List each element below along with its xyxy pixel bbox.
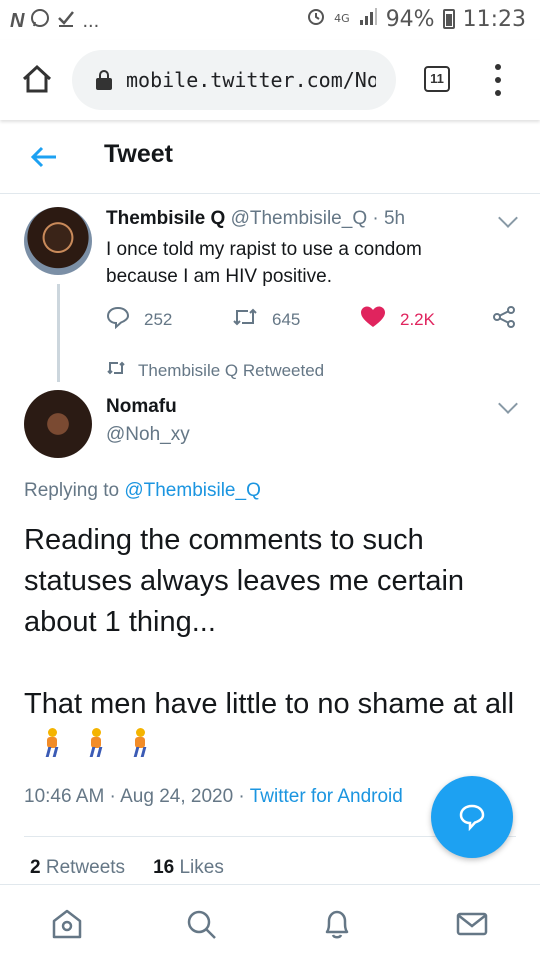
messages-mail-icon[interactable] (455, 907, 489, 941)
parent-tweet-actions: 252 645 2.2K (106, 305, 526, 333)
parent-tweet-author[interactable]: Thembisile Q @Thembisile_Q · 5h (106, 208, 405, 230)
more-notifications: ... (82, 9, 100, 32)
chevron-down-icon[interactable] (498, 394, 518, 414)
retweet-small-icon (106, 360, 126, 381)
url-bar[interactable]: mobile.twitter.com/Noh_ (72, 50, 396, 110)
alarm-icon (306, 6, 326, 32)
lock-icon (96, 70, 112, 90)
tweet-source-link[interactable]: Twitter for Android (250, 786, 403, 807)
whatsapp-icon (30, 8, 50, 34)
tweet-age: 5h (383, 208, 406, 229)
replying-to: Replying to @Thembisile_Q (24, 480, 261, 502)
signal-icon (358, 6, 378, 32)
chevron-down-icon[interactable] (498, 208, 518, 228)
tweet-paragraph-1: Reading the comments to such statuses al… (24, 524, 465, 638)
retweet-button[interactable]: 645 (232, 305, 300, 334)
compose-reply-button[interactable] (431, 776, 513, 858)
tweet-meta: 10:46 AM · Aug 24, 2020 · Twitter for An… (24, 786, 444, 808)
avatar-nomafu[interactable] (24, 390, 92, 458)
reply-count: 252 (144, 309, 173, 329)
search-tab-icon[interactable] (184, 907, 218, 941)
home-icon[interactable] (20, 62, 54, 96)
tweet-stats: 2 Retweets 16 Likes (30, 857, 224, 879)
tweet-author-name[interactable]: Nomafu (106, 396, 177, 418)
likes-stat-label: Likes (179, 857, 224, 878)
person-walking-emoji (44, 728, 60, 758)
reply-icon (106, 305, 130, 334)
notifications-bell-icon[interactable] (320, 907, 354, 941)
browser-toolbar: mobile.twitter.com/Noh_ 11 (0, 40, 540, 120)
page-title: Tweet (104, 140, 173, 168)
tweet-author-handle[interactable]: @Noh_xy (106, 424, 190, 446)
thread-connector (57, 284, 60, 382)
author-name: Thembisile Q (106, 208, 226, 229)
person-walking-emoji (88, 728, 104, 758)
tweet-text: Reading the comments to such statuses al… (24, 520, 524, 766)
like-button[interactable]: 2.2K (360, 305, 435, 334)
replying-prefix: Replying to (24, 480, 120, 501)
network-type: 4G (334, 12, 350, 25)
retweet-icon (232, 305, 258, 334)
bottom-navigation (0, 884, 540, 960)
page-header: Tweet (0, 120, 540, 194)
retweet-count: 645 (272, 309, 301, 329)
url-text: mobile.twitter.com/Noh_ (126, 68, 376, 92)
like-count: 2.2K (400, 309, 435, 329)
replying-to-link[interactable]: @Thembisile_Q (124, 480, 261, 501)
n-icon: N (10, 9, 25, 32)
tweet-paragraph-2: That men have little to no shame at all (24, 684, 524, 766)
battery-icon (442, 9, 455, 29)
retweeted-by-context: Thembisile Q Retweeted (106, 360, 324, 381)
parent-tweet-text[interactable]: I once told my rapist to use a condom be… (106, 236, 486, 290)
likes-stat[interactable]: 16 Likes (153, 857, 224, 879)
back-arrow-icon[interactable] (30, 144, 58, 170)
overflow-menu-icon[interactable] (492, 64, 504, 96)
share-button[interactable] (492, 305, 516, 334)
battery-percent: 94% (385, 6, 435, 32)
dot-separator: · (372, 208, 379, 229)
tweet-timestamp: 10:46 AM · Aug 24, 2020 · (24, 786, 250, 807)
check-icon (56, 8, 76, 34)
tab-switcher-button[interactable]: 11 (424, 66, 450, 92)
avatar-thembisile[interactable] (24, 207, 92, 275)
reply-button[interactable]: 252 (106, 305, 172, 334)
likes-stat-count: 16 (153, 857, 175, 878)
retweets-stat-count: 2 (30, 857, 41, 878)
tweet-paragraph-2-text: That men have little to no shame at all (24, 688, 515, 720)
status-bar: N ... 4G 94% 11:23 (0, 0, 540, 40)
chat-bubble-icon (459, 804, 485, 831)
home-tab-icon[interactable] (50, 907, 84, 941)
retweets-stat[interactable]: 2 Retweets (30, 857, 125, 879)
author-handle: @Thembisile_Q (230, 208, 368, 229)
retweeted-by-label: Thembisile Q Retweeted (138, 360, 325, 380)
share-icon (492, 305, 516, 334)
retweets-stat-label: Retweets (45, 857, 126, 878)
person-walking-emoji (132, 728, 148, 758)
clock: 11:23 (462, 6, 526, 32)
heart-filled-icon (360, 305, 386, 334)
